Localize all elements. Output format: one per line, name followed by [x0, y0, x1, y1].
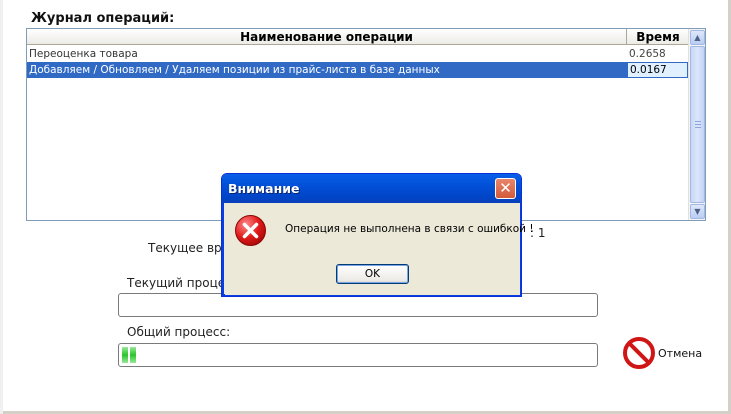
table-row[interactable]: Переоценка товара 0.2658 — [27, 46, 689, 62]
row-name: Добавляем / Обновляем / Удаляем позиции … — [29, 64, 440, 76]
column-header-time[interactable]: Время — [627, 29, 689, 45]
current-time-label: Текущее вре — [148, 241, 230, 255]
scroll-thumb[interactable] — [690, 46, 705, 203]
total-process-label: Общий процесс: — [127, 325, 231, 339]
log-title: Журнал операций: — [31, 11, 175, 26]
column-header-name[interactable]: Наименование операции — [27, 29, 627, 45]
current-process-label: Текущий процес — [127, 276, 232, 290]
row-name: Переоценка товара — [29, 48, 138, 60]
cancel-label: Отмена — [658, 347, 703, 360]
total-process-bar — [118, 343, 598, 367]
dialog-titlebar[interactable]: Внимание ✕ — [222, 174, 521, 203]
row-time: 0.0167 — [627, 62, 688, 78]
close-icon[interactable]: ✕ — [495, 178, 516, 199]
dialog-body: Операция не выполнена в связи с ошибкой … — [225, 203, 534, 295]
dialog-title: Внимание — [228, 181, 300, 196]
vertical-scrollbar[interactable]: ▲ ▼ — [688, 29, 705, 220]
table-header: Наименование операции Время — [27, 29, 689, 45]
error-dialog: Внимание ✕ Операция не выполнена в связи… — [221, 173, 534, 297]
table-row-selected[interactable]: Добавляем / Обновляем / Удаляем позиции … — [27, 62, 689, 78]
scroll-down-icon[interactable]: ▼ — [690, 204, 705, 219]
scroll-up-icon[interactable]: ▲ — [690, 30, 705, 45]
progress-segment — [122, 347, 128, 363]
ok-button[interactable]: OK — [336, 264, 409, 284]
cancel-button[interactable]: Отмена — [623, 337, 703, 369]
error-icon — [235, 215, 266, 246]
progress-fill — [122, 347, 138, 363]
dialog-message: Операция не выполнена в связи с ошибкой … — [285, 223, 534, 235]
progress-segment — [130, 347, 136, 363]
row-time: 0.2658 — [629, 48, 666, 60]
cancel-icon — [623, 337, 655, 369]
panel-edge — [0, 0, 3, 414]
grip-icon — [695, 121, 701, 128]
